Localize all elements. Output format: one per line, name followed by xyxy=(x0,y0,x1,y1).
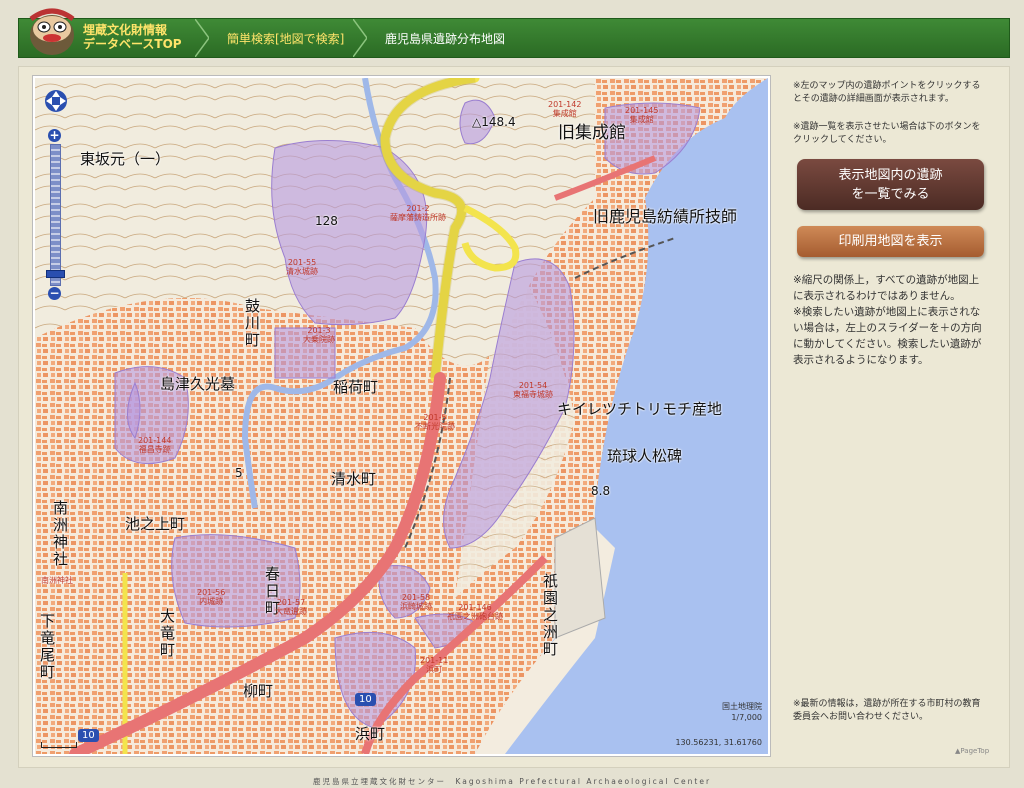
breadcrumb-separator-icon xyxy=(353,19,367,57)
map-coordinates: 130.56231, 31.61760 xyxy=(675,738,762,747)
header-bar: 埋蔵文化財情報 データベースTOP 簡単検索[地図で検索] 鹿児島県遺跡分布地図 xyxy=(18,8,1010,58)
place-label: 池之上町 xyxy=(125,515,186,533)
site-point-label[interactable]: 201-58 浜崎城跡 xyxy=(400,593,432,611)
mascot-logo-icon[interactable] xyxy=(25,5,79,57)
map-attribution: 国土地理院 1/7,000 xyxy=(722,701,762,723)
map-scale-ratio: 1/7,000 xyxy=(731,713,762,722)
contact-notice: ※最新の情報は，遺跡が所在する市町村の教育委員会へお問い合わせください。 xyxy=(793,699,981,722)
route-10-shield-icon: 10 xyxy=(78,729,99,742)
zoom-in-button[interactable]: + xyxy=(48,129,61,142)
site-point-label[interactable]: 201-3 大乗院跡 xyxy=(303,326,335,344)
place-label: 鼓川町 xyxy=(243,298,261,349)
zoom-slider-track[interactable] xyxy=(50,144,61,286)
logo-line1: 埋蔵文化財情報 xyxy=(83,23,168,37)
view-site-list-button[interactable]: 表示地図内の遺跡 を一覧でみる xyxy=(797,159,984,210)
place-label: 下竜尾町 xyxy=(38,613,56,681)
scale-notice: ※縮尺の関係上，すべての遺跡が地図上に表示されるわけではありません。 ※検索した… xyxy=(793,274,982,366)
site-point-label[interactable]: 201-146 祇園之洲砲台跡 xyxy=(447,603,503,621)
site-point-label[interactable]: 201-5 不断光院跡 xyxy=(415,413,455,431)
site-point-label[interactable]: 201-55 清水城跡 xyxy=(286,258,318,276)
site-distribution-map[interactable]: + − 東坂元（一） 鼓川町 島津久光墓 稲荷町 清水町 池之上町 春日町 大竜… xyxy=(33,76,770,756)
breadcrumb-current-page: 鹿児島県遺跡分布地図 xyxy=(385,32,506,46)
site-point-label[interactable]: 201-144 福昌寺跡 xyxy=(138,436,171,454)
footer-credit: 鹿児島県立埋蔵文化財センター Kagoshima Prefectural Arc… xyxy=(312,777,712,786)
attribution-source: 国土地理院 xyxy=(722,702,762,711)
shrine-label: 南洲神社 xyxy=(41,576,73,585)
place-label: 清水町 xyxy=(331,470,377,488)
elevation-label: △148.4 xyxy=(472,115,516,129)
page-top-link[interactable]: ▲PageTop xyxy=(955,747,989,755)
route-10-shield-icon: 10 xyxy=(355,693,376,706)
place-label: キイレツチトリモチ産地 xyxy=(557,400,723,418)
site-point-label[interactable]: 201-142 集成館 xyxy=(548,100,581,118)
logo-line2: データベースTOP xyxy=(83,37,182,51)
elevation-label: 8.8 xyxy=(591,484,611,498)
elevation-label: 5 xyxy=(235,466,243,480)
database-top-link[interactable]: 埋蔵文化財情報 データベースTOP xyxy=(83,23,182,51)
place-label: 浜町 xyxy=(355,725,386,743)
zoom-out-button[interactable]: − xyxy=(48,287,61,300)
map-scale-bar xyxy=(41,742,77,748)
breadcrumb-separator-icon xyxy=(195,19,209,57)
place-label: 琉球人松碑 xyxy=(607,447,683,465)
site-point-label[interactable]: 201-2 薩摩藩鋳造所跡 xyxy=(390,204,446,222)
place-label: 旧集成館 xyxy=(558,123,626,143)
site-point-label[interactable]: 201-145 集成館 xyxy=(625,106,658,124)
place-label: 南洲神社 xyxy=(51,500,69,568)
list-hint: ※遺跡一覧を表示させたい場合は下のボタンをクリックしてください。 xyxy=(793,122,981,145)
place-label: 稲荷町 xyxy=(333,378,379,396)
place-label: 柳町 xyxy=(243,682,274,700)
print-map-button[interactable]: 印刷用地図を表示 xyxy=(797,226,984,257)
zoom-slider-handle[interactable] xyxy=(46,270,65,278)
place-label: 旧鹿児島紡績所技師 xyxy=(593,207,738,226)
map-click-hint: ※左のマップ内の遺跡ポイントをクリックするとその遺跡の詳細画面が表示されます。 xyxy=(793,81,981,104)
place-label: 祇園之洲町 xyxy=(541,573,559,658)
place-label: 島津久光墓 xyxy=(160,375,236,393)
pan-control-icon[interactable] xyxy=(44,89,68,113)
place-label: 東坂元（一） xyxy=(80,150,171,168)
site-point-label[interactable]: 201-57 大竜遺跡 xyxy=(275,598,307,616)
breadcrumb-map-search[interactable]: 簡単検索[地図で検索] xyxy=(227,30,344,47)
place-label: 大竜町 xyxy=(158,608,176,659)
site-point-label[interactable]: 201-54 東福寺城跡 xyxy=(513,381,553,399)
site-point-label[interactable]: 201-11 浜町 xyxy=(420,656,448,674)
site-point-label[interactable]: 201-56 内城跡 xyxy=(197,588,225,606)
elevation-label: 128 xyxy=(315,214,338,228)
